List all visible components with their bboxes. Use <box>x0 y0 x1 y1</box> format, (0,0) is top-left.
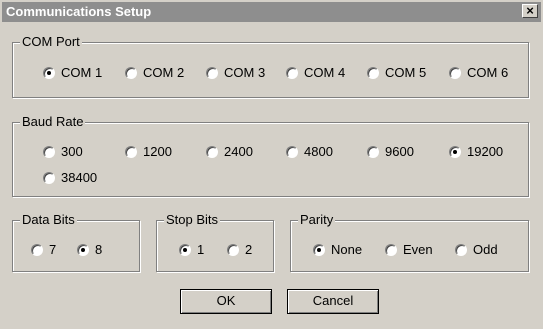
radio-baud-1200[interactable]: 1200 <box>125 144 172 160</box>
radio-button-checked[interactable] <box>77 244 89 256</box>
radio-button[interactable] <box>43 172 55 184</box>
radio-button-checked[interactable] <box>43 67 55 79</box>
radio-baud-38400[interactable]: 38400 <box>43 170 97 186</box>
stop-bits-label: Stop Bits <box>164 212 221 228</box>
radio-button[interactable] <box>367 146 379 158</box>
com-port-group: COM Port COM 1 COM 2 COM 3 COM 4 COM 5 C… <box>12 34 529 98</box>
radio-label: 7 <box>49 242 57 257</box>
radio-button[interactable] <box>31 244 43 256</box>
radio-data-bits-7[interactable]: 7 <box>31 242 56 258</box>
radio-parity-even[interactable]: Even <box>385 242 433 258</box>
radio-button[interactable] <box>367 67 379 79</box>
communications-setup-dialog: Communications Setup × COM Port COM 1 CO… <box>0 0 543 329</box>
radio-label: None <box>331 242 363 257</box>
radio-button[interactable] <box>449 67 461 79</box>
data-bits-label: Data Bits <box>20 212 77 228</box>
radio-label: 4800 <box>304 144 333 159</box>
radio-label: Odd <box>473 242 498 257</box>
ok-button[interactable]: OK <box>180 289 272 314</box>
radio-label: COM 3 <box>224 65 266 80</box>
radio-label: 9600 <box>385 144 414 159</box>
radio-button[interactable] <box>206 146 218 158</box>
radio-com-5[interactable]: COM 5 <box>367 65 426 81</box>
radio-com-2[interactable]: COM 2 <box>125 65 184 81</box>
cancel-button[interactable]: Cancel <box>287 289 379 314</box>
close-icon: × <box>526 3 534 18</box>
radio-label: 38400 <box>61 170 98 185</box>
radio-button[interactable] <box>227 244 239 256</box>
radio-label: 19200 <box>467 144 504 159</box>
radio-com-3[interactable]: COM 3 <box>206 65 265 81</box>
radio-label: 1200 <box>143 144 172 159</box>
title-bar[interactable]: Communications Setup × <box>2 2 541 22</box>
radio-baud-2400[interactable]: 2400 <box>206 144 253 160</box>
radio-com-1[interactable]: COM 1 <box>43 65 102 81</box>
radio-button[interactable] <box>286 67 298 79</box>
radio-label: 300 <box>61 144 83 159</box>
radio-com-6[interactable]: COM 6 <box>449 65 508 81</box>
radio-label: COM 1 <box>61 65 103 80</box>
baud-rate-group: Baud Rate 300 1200 2400 4800 9600 19200 … <box>12 114 529 197</box>
radio-label: 8 <box>95 242 103 257</box>
radio-stop-bits-1[interactable]: 1 <box>179 242 204 258</box>
radio-com-4[interactable]: COM 4 <box>286 65 345 81</box>
data-bits-group: Data Bits 7 8 <box>12 212 140 272</box>
stop-bits-group: Stop Bits 1 2 <box>156 212 274 272</box>
radio-button[interactable] <box>125 67 137 79</box>
parity-label: Parity <box>298 212 336 228</box>
parity-group: Parity None Even Odd <box>290 212 529 272</box>
radio-button-checked[interactable] <box>313 244 325 256</box>
radio-baud-19200[interactable]: 19200 <box>449 144 503 160</box>
radio-button[interactable] <box>286 146 298 158</box>
window-title: Communications Setup <box>6 4 152 19</box>
radio-label: Even <box>403 242 433 257</box>
radio-button[interactable] <box>206 67 218 79</box>
radio-button[interactable] <box>455 244 467 256</box>
radio-stop-bits-2[interactable]: 2 <box>227 242 252 258</box>
radio-label: COM 6 <box>467 65 509 80</box>
radio-parity-none[interactable]: None <box>313 242 362 258</box>
radio-label: 2400 <box>224 144 253 159</box>
radio-label: COM 4 <box>304 65 346 80</box>
radio-label: COM 2 <box>143 65 185 80</box>
radio-button-checked[interactable] <box>449 146 461 158</box>
radio-label: 2 <box>245 242 253 257</box>
radio-baud-9600[interactable]: 9600 <box>367 144 414 160</box>
radio-button-checked[interactable] <box>179 244 191 256</box>
radio-button[interactable] <box>385 244 397 256</box>
radio-button[interactable] <box>43 146 55 158</box>
radio-baud-4800[interactable]: 4800 <box>286 144 333 160</box>
com-port-label: COM Port <box>20 34 82 50</box>
radio-button[interactable] <box>125 146 137 158</box>
radio-label: 1 <box>197 242 205 257</box>
radio-label: COM 5 <box>385 65 427 80</box>
radio-data-bits-8[interactable]: 8 <box>77 242 102 258</box>
radio-baud-300[interactable]: 300 <box>43 144 83 160</box>
baud-rate-label: Baud Rate <box>20 114 86 130</box>
radio-parity-odd[interactable]: Odd <box>455 242 498 258</box>
close-button[interactable]: × <box>522 4 538 18</box>
